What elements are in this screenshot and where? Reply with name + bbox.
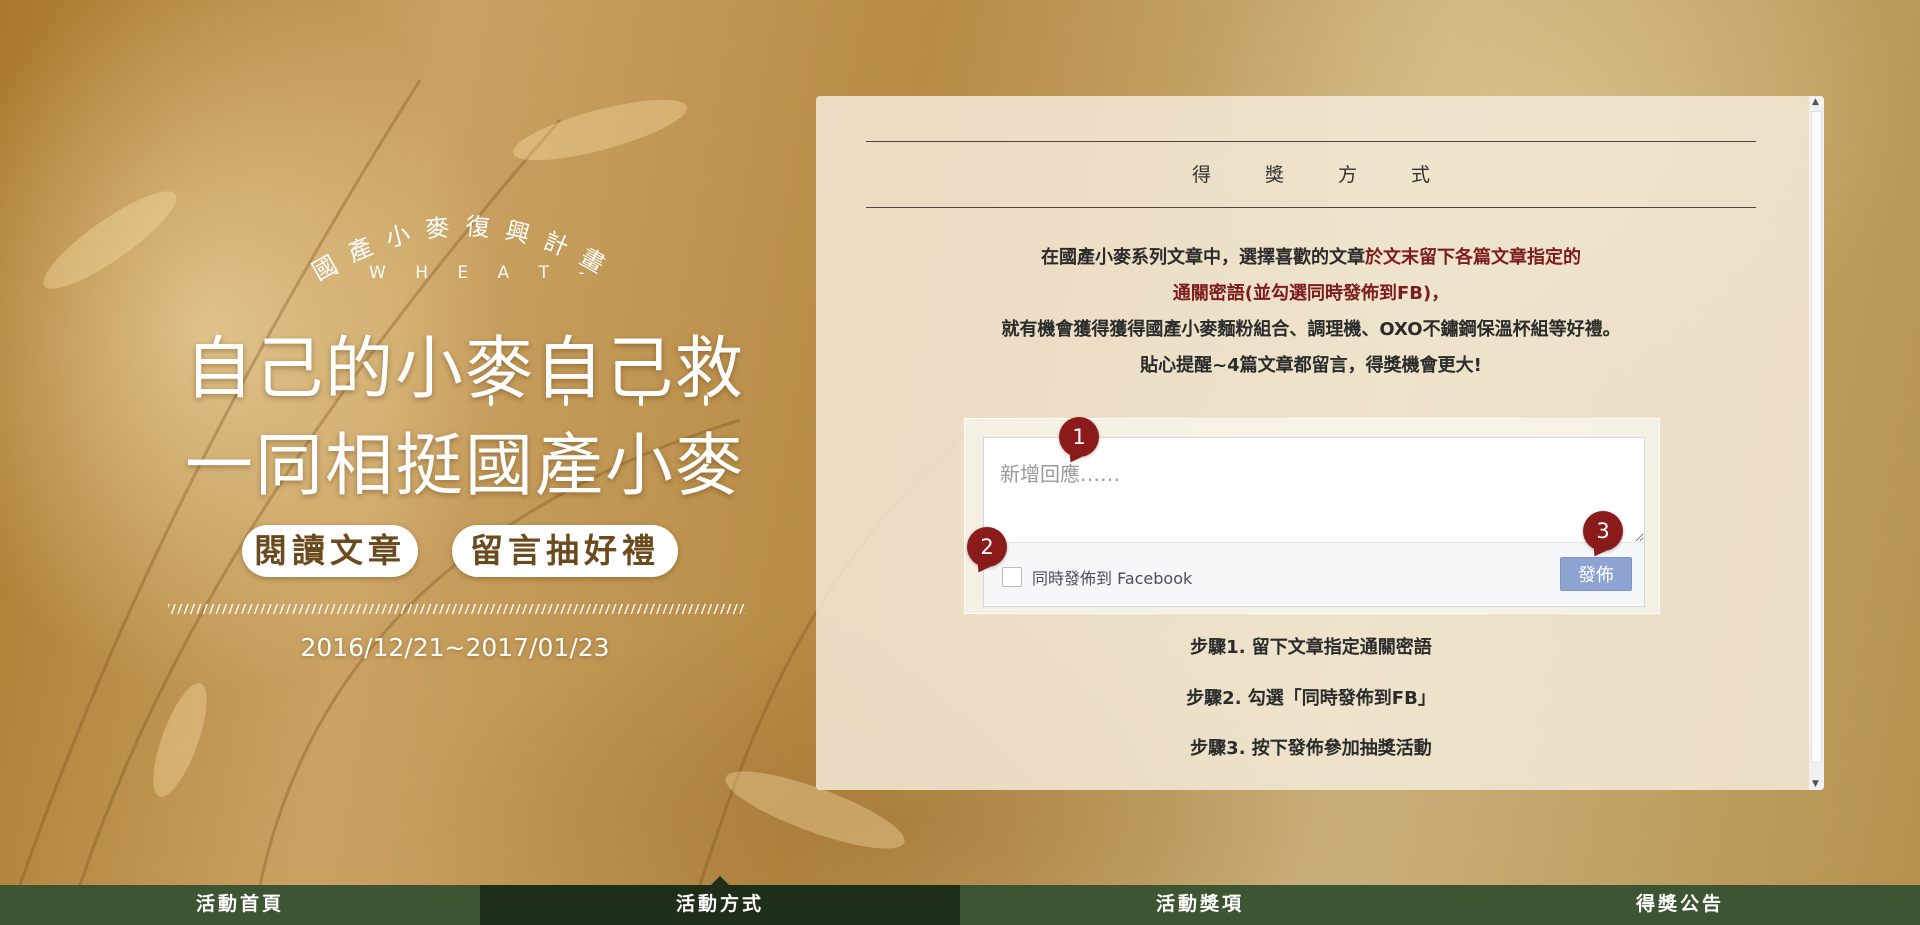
title-dot — [489, 395, 493, 406]
hero-arc-title: 國產小麥復興計畫 — [307, 212, 607, 286]
step-2: 步驟2. 勾選「同時發佈到FB」 — [1186, 688, 1436, 709]
share-facebook-checkbox[interactable] — [1002, 567, 1022, 587]
nav-prizes[interactable]: 活動獎項 — [960, 885, 1440, 925]
title-dot — [639, 395, 643, 406]
panel-scrollbar[interactable]: ▲ ▼ — [1809, 96, 1824, 790]
read-article-badge: 閱讀文章 — [242, 525, 418, 577]
title-dot — [564, 395, 568, 406]
hero-subtitle: - W H E A T - — [333, 263, 597, 283]
comment-widget: 同時發佈到 Facebook 發佈 — [983, 437, 1645, 607]
hero-divider — [168, 604, 746, 614]
comment-toolbar: 同時發佈到 Facebook 發佈 — [984, 542, 1644, 605]
comment-gift-badge: 留言抽好禮 — [452, 525, 678, 577]
step-marker-1: 1 — [1059, 417, 1099, 457]
title-dot — [704, 395, 708, 406]
scroll-up-icon[interactable]: ▲ — [1812, 97, 1819, 107]
scroll-down-icon[interactable]: ▼ — [1812, 779, 1819, 789]
scroll-thumb[interactable] — [1811, 111, 1822, 763]
nav-home[interactable]: 活動首頁 — [0, 885, 480, 925]
share-facebook-label[interactable]: 同時發佈到 Facebook — [1032, 565, 1192, 589]
rules-intro: 在國產小麥系列文章中，選擇喜歡的文章於文末留下各篇文章指定的 通關密語(並勾選同… — [866, 240, 1756, 384]
hero-title-line1: 自己的小麥自己救 — [184, 330, 745, 409]
panel-heading: 得獎方式 — [1191, 164, 1484, 186]
post-button[interactable]: 發佈 — [1560, 557, 1632, 591]
intro-line1: 在國產小麥系列文章中，選擇喜歡的文章於文末留下各篇文章指定的 — [866, 240, 1756, 276]
heading-rule-bottom — [866, 207, 1756, 208]
facebook-comment-demo: 同時發佈到 Facebook 發佈 1 2 3 — [964, 417, 1660, 614]
nav-how-to[interactable]: 活動方式 — [480, 876, 960, 925]
rules-panel: 得獎方式 在國產小麥系列文章中，選擇喜歡的文章於文末留下各篇文章指定的 通關密語… — [816, 96, 1824, 790]
intro-highlight: 於文末留下各篇文章指定的 — [1365, 247, 1581, 268]
step-3: 步驟3. 按下發佈參加抽獎活動 — [1190, 738, 1432, 759]
nav-winners[interactable]: 得獎公告 — [1440, 885, 1920, 925]
intro-text: 在國產小麥系列文章中，選擇喜歡的文章 — [1041, 247, 1365, 268]
hero-section: 國產小麥復興計畫 - W H E A T - 自己的小麥自己救 一同相挺國產小麥… — [150, 195, 780, 675]
step-marker-2: 2 — [967, 527, 1007, 567]
intro-line3: 就有機會獲得獲得國產小麥麵粉組合、調理機、OXO不鏽鋼保溫杯組等好禮。 — [1001, 319, 1621, 340]
event-date: 2016/12/21~2017/01/23 — [300, 633, 610, 662]
intro-line4: 貼心提醒~4篇文章都留言，得獎機會更大! — [1140, 355, 1482, 376]
step-1: 步驟1. 留下文章指定通關密語 — [1190, 637, 1432, 658]
hero-title-line2: 一同相挺國產小麥 — [184, 427, 745, 506]
bottom-nav: 活動首頁 活動方式 活動獎項 得獎公告 — [0, 876, 1920, 925]
heading-rule-top — [866, 141, 1756, 142]
intro-line2: 通關密語(並勾選同時發佈到FB)， — [1172, 283, 1450, 304]
step-marker-3: 3 — [1583, 511, 1623, 551]
